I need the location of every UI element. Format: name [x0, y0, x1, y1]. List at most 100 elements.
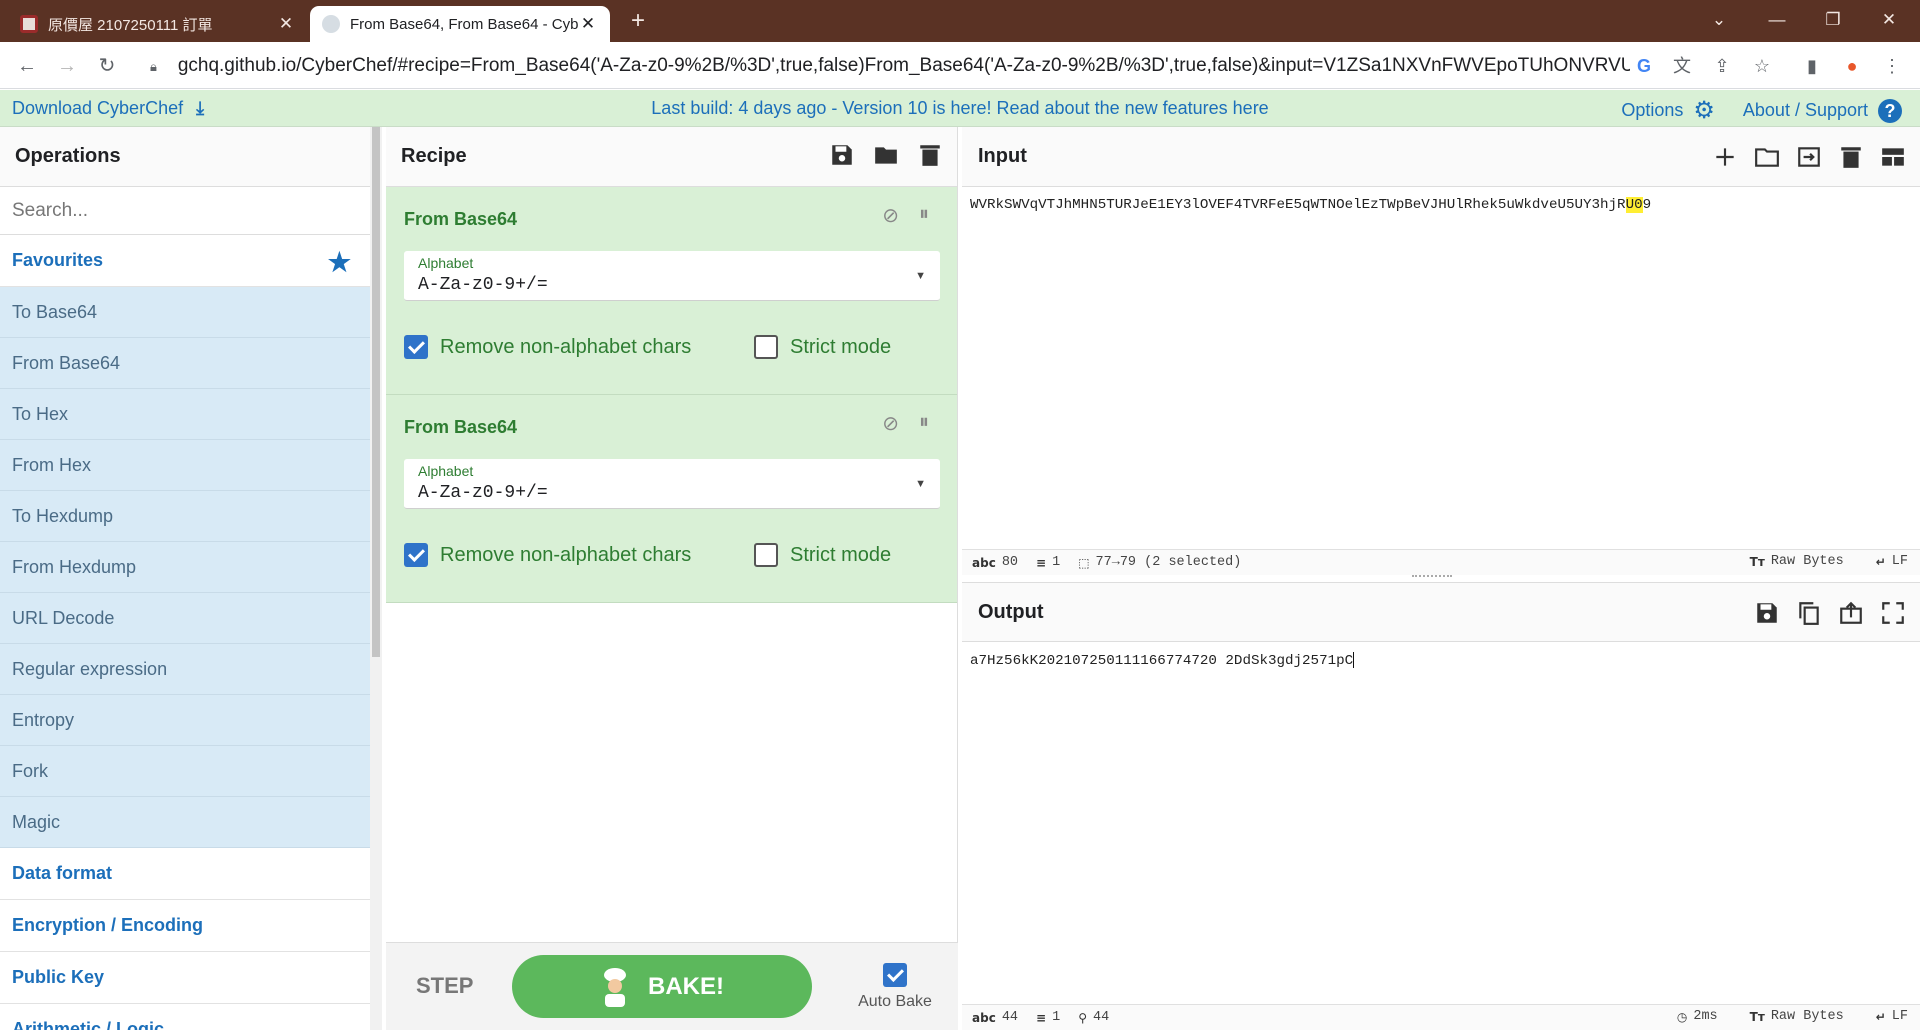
operations-title: Operations [0, 127, 371, 187]
op-item[interactable]: Fork [0, 746, 371, 797]
category-public-key[interactable]: Public Key [0, 952, 371, 1004]
new-tab-button[interactable]: + [622, 6, 654, 38]
op-item[interactable]: From Hex [0, 440, 371, 491]
disable-icon[interactable]: ⊘ [882, 203, 899, 228]
trash-icon[interactable] [917, 142, 943, 168]
google-icon[interactable]: G [1632, 54, 1656, 78]
pause-icon[interactable]: ⏸︎ [919, 203, 929, 228]
help-icon[interactable]: ? [1878, 98, 1902, 123]
pane-resize-handle[interactable] [1412, 575, 1452, 579]
remove-non-alphabet-option[interactable]: Remove non-alphabet chars [404, 543, 691, 567]
operations-scrollbar[interactable] [370, 127, 382, 1030]
op-item[interactable]: To Hex [0, 389, 371, 440]
folder-icon[interactable] [873, 142, 899, 168]
recipe-controls: STEP BAKE! Auto Bake [386, 942, 958, 1030]
maximize-icon[interactable] [1880, 600, 1906, 626]
restore-button[interactable]: ❐ [1806, 0, 1860, 42]
eol-selector[interactable]: ↵ LF [1876, 554, 1908, 569]
open-folder-icon[interactable] [1754, 144, 1780, 170]
close-tab-icon[interactable]: ✕ [276, 14, 296, 34]
address-bar[interactable]: 🔒︎ gchq.github.io/CyberChef/#recipe=From… [140, 48, 1630, 83]
side-panel-icon[interactable]: ▮ [1800, 54, 1824, 78]
pause-icon[interactable]: ⏸︎ [919, 411, 929, 436]
star-icon[interactable]: ★ [328, 247, 351, 278]
forward-arrow-icon[interactable]: → [52, 51, 82, 81]
url-text[interactable]: gchq.github.io/CyberChef/#recipe=From_Ba… [178, 55, 1630, 77]
output-textarea[interactable]: a7Hz56kK202107250111166774720 2DdSk3gdj2… [962, 642, 1362, 679]
category-encryption-encoding[interactable]: Encryption / Encoding [0, 900, 371, 952]
op-item[interactable]: Magic [0, 797, 371, 848]
lines-value: 1 [1052, 1010, 1061, 1025]
dropdown-caret-icon[interactable]: ▼ [915, 270, 926, 282]
back-arrow-icon[interactable]: ← [12, 51, 42, 81]
tab-search-chevron-icon[interactable]: ⌄ [1692, 0, 1746, 42]
bake-button[interactable]: BAKE! [512, 955, 812, 1018]
checkbox-checked[interactable] [404, 335, 428, 359]
op-item[interactable]: Regular expression [0, 644, 371, 695]
checkbox-unchecked[interactable] [754, 543, 778, 567]
operations-search [0, 187, 371, 235]
layout-icon[interactable] [1880, 144, 1906, 170]
strict-mode-option[interactable]: Strict mode [754, 543, 891, 567]
position-value: 44 [1092, 1010, 1110, 1025]
options-link[interactable]: Options [1621, 100, 1683, 121]
browser-menu-icon[interactable]: ⋮ [1880, 54, 1904, 78]
alphabet-select[interactable]: Alphabet A-Za-z0-9+/= ▼ [404, 251, 940, 301]
load-file-icon[interactable] [1796, 144, 1822, 170]
translate-icon[interactable]: 文 [1670, 54, 1694, 78]
auto-bake-toggle[interactable]: Auto Bake [850, 963, 940, 1011]
disable-icon[interactable]: ⊘ [882, 411, 899, 436]
eol-selector[interactable]: ↵ LF [1876, 1009, 1908, 1024]
encoding-selector[interactable]: Tт Raw Bytes [1750, 554, 1844, 569]
share-icon[interactable]: ⇪ [1710, 54, 1734, 78]
step-button[interactable]: STEP [416, 973, 473, 999]
strict-mode-option[interactable]: Strict mode [754, 335, 891, 359]
input-header: Input [962, 127, 1920, 187]
browser-tab-cyberchef[interactable]: From Base64, From Base64 - CyberChef ✕ [310, 6, 610, 42]
op-item[interactable]: Entropy [0, 695, 371, 746]
copy-icon[interactable] [1796, 600, 1822, 626]
input-textarea[interactable]: WVRkSWVqVTJhMHN5TURJeE1EY3lOVEF4TVRFeE5q… [962, 187, 1920, 223]
minimize-button[interactable]: — [1750, 0, 1804, 42]
recipe-header: Recipe [386, 127, 957, 187]
length-stat: abc 44 [972, 1010, 1018, 1025]
op-item[interactable]: To Hexdump [0, 491, 371, 542]
search-input[interactable] [12, 199, 359, 222]
category-arithmetic-logic[interactable]: Arithmetic / Logic [0, 1004, 371, 1030]
close-tab-icon[interactable]: ✕ [578, 14, 598, 34]
browser-tab-order[interactable]: 原價屋 2107250111 訂單 ✕ [8, 6, 308, 42]
clear-input-icon[interactable] [1838, 144, 1864, 170]
remove-non-alphabet-option[interactable]: Remove non-alphabet chars [404, 335, 691, 359]
dropdown-caret-icon[interactable]: ▼ [915, 478, 926, 490]
encoding-selector[interactable]: Tт Raw Bytes [1750, 1009, 1844, 1024]
bookmark-star-icon[interactable]: ☆ [1750, 54, 1774, 78]
save-output-icon[interactable] [1754, 600, 1780, 626]
op-item[interactable]: URL Decode [0, 593, 371, 644]
gear-icon[interactable]: ⚙ [1693, 96, 1715, 125]
add-tab-icon[interactable] [1712, 144, 1738, 170]
close-window-button[interactable]: ✕ [1862, 0, 1916, 42]
category-favourites[interactable]: Favourites ★ [0, 235, 371, 287]
reload-icon[interactable]: ↻ [92, 51, 122, 81]
op-item[interactable]: From Hexdump [0, 542, 371, 593]
save-icon[interactable] [829, 142, 855, 168]
eol-value: LF [1891, 554, 1908, 569]
op-item[interactable]: To Base64 [0, 287, 371, 338]
checkbox-checked[interactable] [404, 543, 428, 567]
checkbox-unchecked[interactable] [754, 335, 778, 359]
location-pin-icon: ⚲ [1078, 1010, 1087, 1025]
scrollbar-thumb[interactable] [372, 127, 380, 657]
lock-icon[interactable]: 🔒︎ [150, 59, 164, 74]
checkbox-checked[interactable] [883, 963, 907, 987]
op-item[interactable]: From Base64 [0, 338, 371, 389]
recipe-operation: From Base64 ⊘ ⏸︎ Alphabet A-Za-z0-9+/= ▼… [386, 395, 957, 603]
extension-fox-icon[interactable]: ● [1840, 54, 1864, 78]
alphabet-select[interactable]: Alphabet A-Za-z0-9+/= ▼ [404, 459, 940, 509]
category-data-format[interactable]: Data format [0, 848, 371, 900]
recipe-pane: Recipe From Base64 ⊘ ⏸︎ Alphabet A-Za-z0… [386, 127, 958, 1030]
length-icon: abc [972, 1010, 996, 1025]
replace-input-icon[interactable] [1838, 600, 1864, 626]
about-support-link[interactable]: About / Support [1743, 100, 1868, 121]
length-value: 80 [1001, 555, 1019, 570]
length-value: 44 [1001, 1010, 1019, 1025]
